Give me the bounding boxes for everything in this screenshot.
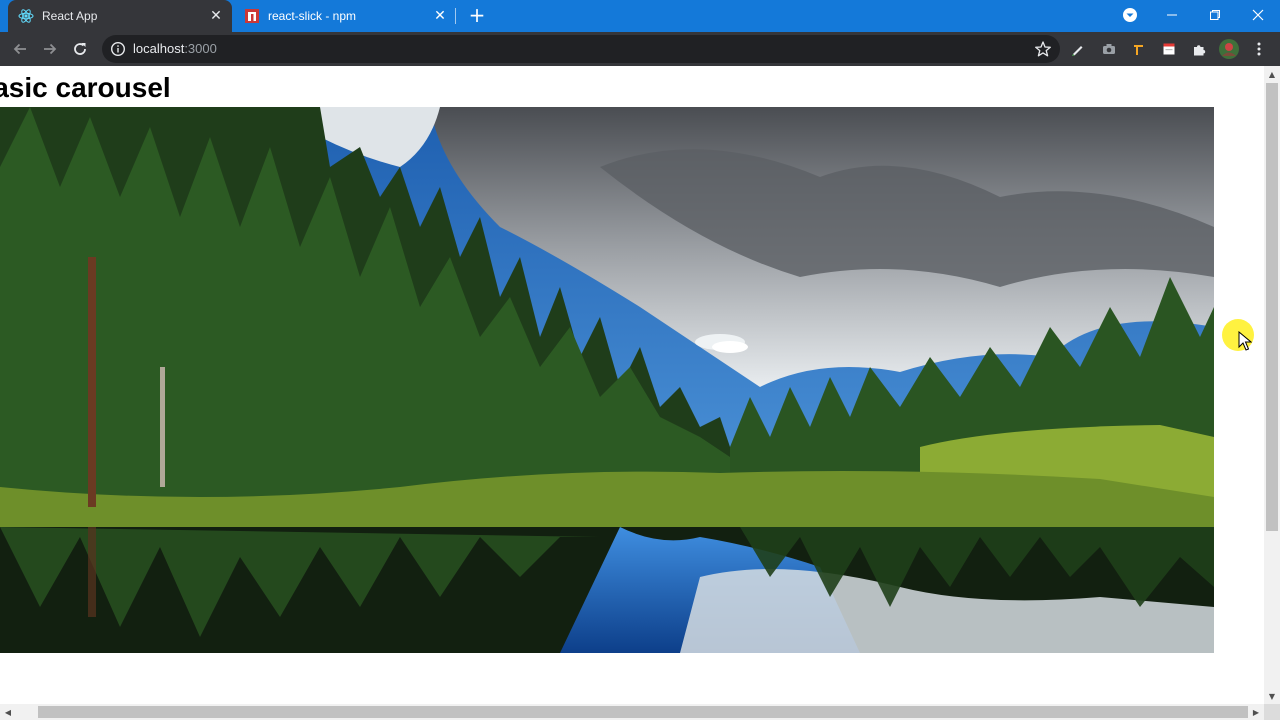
close-window-icon[interactable] (1236, 0, 1280, 30)
address-bar[interactable]: localhost:3000 (102, 35, 1060, 63)
scrollbar-corner (1264, 704, 1280, 720)
scroll-right-arrow-icon[interactable]: ▶ (1248, 704, 1264, 720)
vertical-scrollbar[interactable]: ▲ ▼ (1264, 66, 1280, 704)
tab-strip: React App ✕ react-slick - npm ✕ + (0, 0, 1280, 32)
avatar[interactable] (1219, 39, 1239, 59)
tab-react-slick-npm[interactable]: react-slick - npm ✕ (234, 0, 456, 32)
scroll-up-arrow-icon[interactable]: ▲ (1264, 66, 1280, 82)
npm-logo-icon (244, 8, 260, 24)
page-content: Basic carousel (0, 66, 1264, 704)
carousel-slide-image (0, 107, 1214, 653)
minimize-icon[interactable] (1150, 0, 1194, 30)
bookmark-star-icon[interactable] (1034, 40, 1052, 58)
reload-icon[interactable] (68, 37, 92, 61)
horizontal-scrollbar[interactable]: ◀ ▶ (0, 704, 1264, 720)
restore-icon[interactable] (1193, 0, 1237, 30)
notes-extension-icon[interactable] (1159, 39, 1179, 59)
scroll-down-arrow-icon[interactable]: ▼ (1264, 688, 1280, 704)
tab-title: React App (42, 9, 98, 23)
browser-toolbar: localhost:3000 (0, 32, 1280, 66)
profile-dropdown-icon[interactable] (1108, 0, 1152, 30)
mouse-pointer-icon (1238, 331, 1252, 351)
forward-arrow-icon[interactable] (38, 37, 62, 61)
url-text: localhost:3000 (133, 41, 217, 56)
url-port: :3000 (184, 41, 217, 56)
horizontal-scroll-thumb[interactable] (38, 706, 1248, 718)
camera-extension-icon[interactable] (1099, 39, 1119, 59)
pen-extension-icon[interactable] (1068, 39, 1088, 59)
tab-react-app[interactable]: React App ✕ (8, 0, 232, 32)
page-title: Basic carousel (0, 72, 171, 103)
url-host: localhost (133, 41, 185, 56)
new-tab-plus-icon[interactable]: + (466, 3, 488, 27)
extensions-puzzle-icon[interactable] (1189, 39, 1209, 59)
more-menu-icon[interactable] (1249, 39, 1269, 59)
vertical-scroll-thumb[interactable] (1266, 83, 1278, 531)
scroll-left-arrow-icon[interactable]: ◀ (0, 704, 16, 720)
site-info-icon[interactable] (110, 41, 126, 57)
back-arrow-icon[interactable] (8, 37, 32, 61)
tab-title: react-slick - npm (268, 9, 357, 23)
browser-chrome: React App ✕ react-slick - npm ✕ + localh… (0, 0, 1280, 66)
tab-divider (455, 8, 456, 24)
close-tab-icon[interactable]: ✕ (430, 6, 450, 26)
close-tab-icon[interactable]: ✕ (206, 6, 226, 26)
ruler-extension-icon[interactable] (1129, 39, 1149, 59)
carousel-slide[interactable] (0, 107, 1214, 653)
react-logo-icon (18, 8, 34, 24)
